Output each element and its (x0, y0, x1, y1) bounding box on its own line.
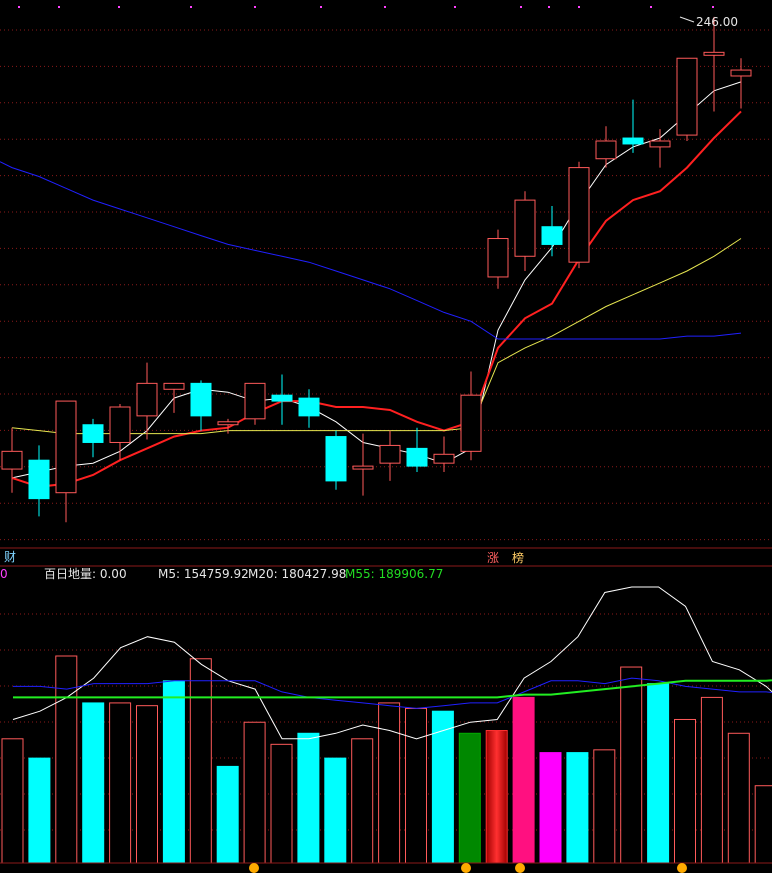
volume-bar-down (28, 757, 51, 864)
volume-bar-up (620, 666, 643, 864)
candle-up (244, 382, 266, 420)
candle-up (379, 444, 401, 464)
volume-bar-down (431, 710, 454, 864)
candle-up (1, 450, 23, 470)
candle-up (703, 51, 725, 56)
candle-down (28, 459, 50, 500)
candle-up (568, 167, 590, 263)
candle-down (622, 137, 644, 145)
top-marker-dot (118, 6, 120, 8)
volume-left-mark: 0 (0, 567, 8, 581)
volume-bar-up (1, 738, 24, 864)
volume-bar-up (727, 732, 750, 864)
volume-bar-down (82, 702, 105, 864)
volume-info-m5: M5: 154759.92 (158, 567, 249, 581)
volume-bar-peak (539, 752, 562, 864)
bottom-markers (249, 863, 687, 873)
volume-info-low: 百日地量: 0.00 (44, 567, 127, 581)
candle-up (676, 57, 698, 136)
volume-info-m55: M55: 189906.77 (345, 567, 443, 581)
volume-bar-up (700, 696, 723, 864)
volume-bar-up (351, 738, 374, 864)
top-marker-dot (384, 6, 386, 8)
candle-up (352, 465, 374, 470)
volume-bar-limit-up (485, 730, 508, 864)
candle-up (163, 382, 185, 390)
max-price-label: 246.00 (696, 15, 738, 29)
candle-up (595, 140, 617, 160)
max-price-pointer (679, 16, 695, 23)
ma-line (0, 161, 742, 340)
tag-zhang: 涨 (487, 550, 499, 565)
top-marker-dot (58, 6, 60, 8)
volume-bar-up (378, 702, 401, 864)
volume-bar-down (297, 732, 320, 864)
volume-bar-up (674, 718, 696, 864)
candle-up (433, 453, 455, 464)
volume-bar-down (216, 765, 239, 864)
volume-bar-up (593, 749, 616, 864)
top-marker-dot (18, 6, 20, 8)
volume-bar-down (324, 757, 347, 864)
bottom-marker (249, 863, 259, 873)
volume-bar-flat (458, 732, 481, 864)
tag-cai: 财 (4, 550, 16, 564)
candle-up (514, 199, 536, 257)
candle-down (406, 447, 428, 467)
candle-up (460, 394, 482, 452)
bottom-marker (461, 863, 471, 873)
volume-bar-down (647, 683, 670, 864)
ma-line (11, 238, 742, 435)
top-marker-dot (712, 6, 714, 8)
candle-up (649, 140, 671, 148)
top-marker-dot (650, 6, 652, 8)
candle-up (109, 406, 131, 443)
candle-up (730, 69, 752, 77)
bottom-marker (677, 863, 687, 873)
tag-bang: 榜 (512, 550, 524, 565)
volume-bar-down (566, 752, 589, 864)
volume-bar-up (136, 705, 158, 864)
top-marker-dot (454, 6, 456, 8)
top-marker-dot (254, 6, 256, 8)
top-marker-dot (578, 6, 580, 8)
volume-bar-signal (512, 696, 535, 864)
candle-down (298, 397, 320, 417)
bottom-marker (515, 863, 525, 873)
stock-chart: 246.00 财 涨 榜 0 百日地量: 0.00 M5: 154759.92 … (0, 6, 772, 873)
volume-bar-up (189, 658, 212, 864)
top-markers (18, 6, 714, 8)
candle-down (541, 226, 563, 245)
candle-down (325, 436, 347, 482)
candle-up (136, 382, 158, 417)
volume-bar-down (162, 680, 185, 864)
candle-down (190, 382, 212, 417)
candle-down (271, 394, 293, 402)
volume-bar-up (270, 743, 293, 864)
candle-down (82, 424, 104, 443)
volume-bar-up (55, 655, 78, 864)
top-marker-dot (190, 6, 192, 8)
candle-up (217, 421, 239, 426)
volume-bar-up (243, 721, 266, 864)
candlesticks (1, 16, 752, 523)
top-marker-dot (520, 6, 522, 8)
top-marker-dot (320, 6, 322, 8)
volume-bar-up (109, 702, 132, 864)
candle-up (487, 238, 509, 278)
volume-info-m20: M20: 180427.98 (248, 567, 346, 581)
candle-up (55, 400, 77, 494)
volume-bars (1, 655, 772, 864)
volume-bar-up (754, 785, 772, 864)
volume-bar-up (405, 707, 427, 864)
top-marker-dot (548, 6, 550, 8)
